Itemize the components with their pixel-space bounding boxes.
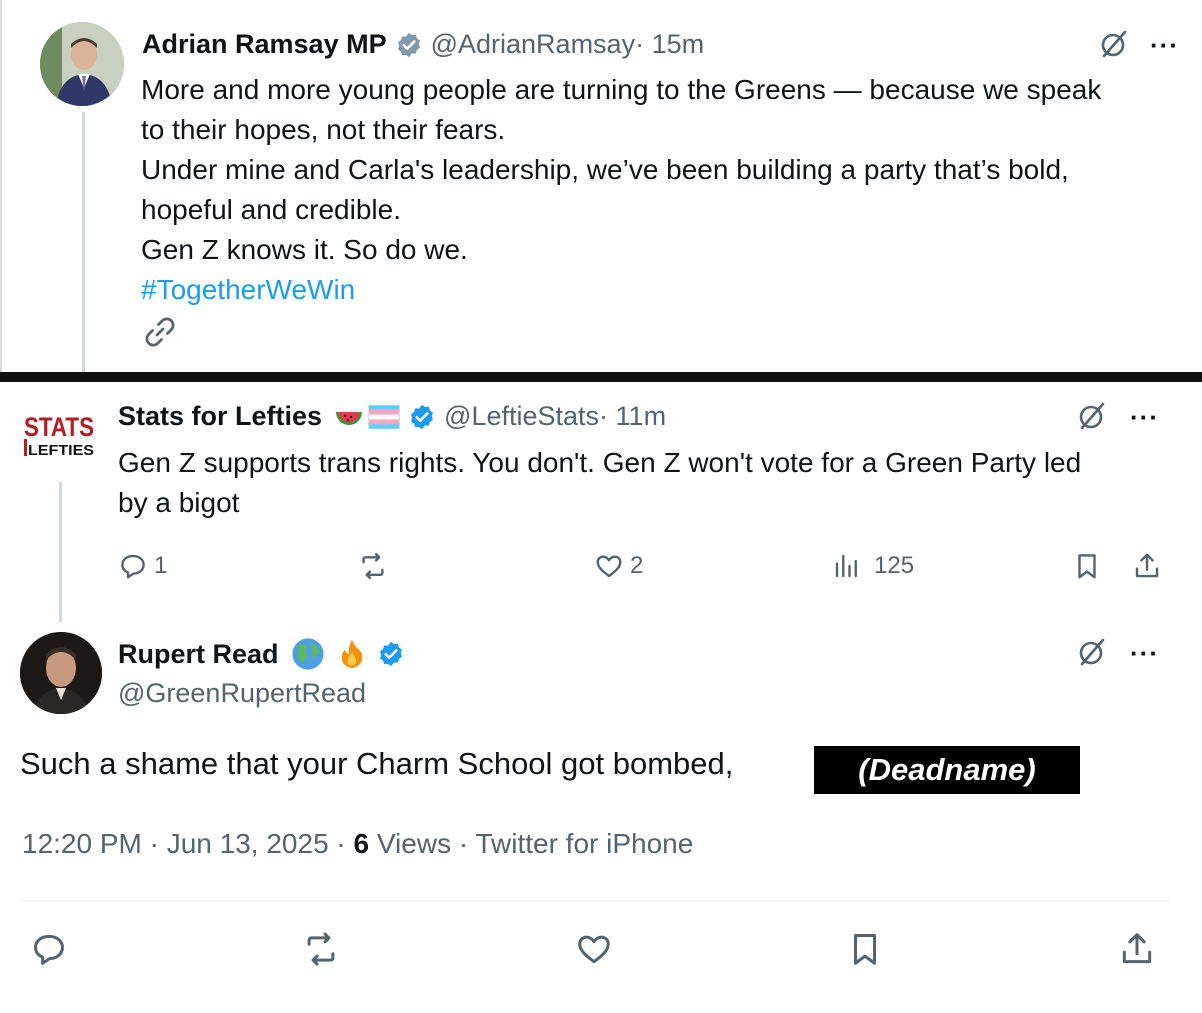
tweet-text: More and more young people are turning t… (141, 70, 1101, 310)
share-button[interactable] (1118, 930, 1156, 968)
like-button[interactable]: 2 (594, 551, 643, 581)
tweet-text: Such a shame that your Charm School got … (20, 746, 734, 781)
tweet-metadata: 12:20 PM · Jun 13, 2025 · 6 Views · Twit… (22, 828, 693, 860)
tweet-text-line: to their hopes, not their fears. (141, 114, 506, 145)
tweet-text-line: More and more young people are turning t… (141, 74, 1102, 105)
reply-icon (121, 554, 145, 579)
divider (20, 900, 1170, 901)
tweet-text-line: by a bigot (118, 487, 240, 518)
tweet-text-line: Gen Z supports trans rights. You don't. … (118, 447, 1082, 478)
retweet-button[interactable] (302, 930, 340, 968)
bookmark-icon (853, 934, 877, 965)
logo-bottom-text: LEFTIES (28, 442, 94, 459)
grok-icon[interactable] (1076, 636, 1108, 668)
transgender-flag-icon (368, 404, 400, 429)
tweet-thread-screenshot: Adrian Ramsay MP @AdrianRamsay · 15m ···… (0, 0, 1202, 1013)
share-icon (1135, 553, 1159, 578)
timestamp[interactable]: 12:20 PM · Jun 13, 2025 · (22, 828, 354, 859)
like-count: 2 (630, 552, 644, 579)
divider (0, 372, 1202, 382)
fire-emoji-icon (341, 639, 362, 669)
views-count: 125 (874, 552, 915, 579)
link-icon[interactable] (142, 314, 178, 350)
timestamp[interactable]: · 11m (599, 401, 666, 432)
reply-button[interactable] (30, 930, 68, 968)
retweet-icon (362, 552, 384, 580)
hashtag-link[interactable]: #TogetherWeWin (141, 270, 1101, 310)
tweet-header: Stats for Lefties @LeftieStats · 11m (118, 401, 666, 432)
handle[interactable]: @GreenRupertRead (118, 678, 366, 709)
more-options-icon[interactable]: ··· (1130, 402, 1159, 433)
share-icon (1122, 933, 1152, 964)
more-options-icon[interactable]: ··· (1130, 638, 1159, 669)
avatar[interactable] (40, 22, 124, 106)
handle[interactable]: @LeftieStats (444, 401, 599, 432)
display-name[interactable]: Rupert Read (118, 639, 279, 670)
retweet-button[interactable] (358, 551, 388, 581)
heart-icon (578, 935, 610, 964)
like-button[interactable] (575, 930, 613, 968)
avatar[interactable] (20, 632, 102, 714)
analytics-icon (835, 554, 857, 578)
verified-badge-icon (379, 641, 402, 667)
thread-line (82, 112, 85, 372)
grok-icon[interactable] (1076, 400, 1108, 432)
handle[interactable]: @AdrianRamsay (431, 29, 635, 60)
reply-button[interactable]: 1 (118, 551, 167, 581)
tweet-text-line: Under mine and Carla's leadership, we’ve… (141, 154, 1069, 185)
timestamp[interactable]: · 15m (635, 29, 704, 60)
globe-emoji-icon (291, 638, 324, 670)
reply-count: 1 (154, 552, 168, 579)
views-label-source: Views · Twitter for iPhone (369, 828, 694, 859)
tweet-header: Rupert Read (118, 637, 413, 671)
tweet-text-line: Gen Z knows it. So do we. (141, 234, 468, 265)
bookmark-button[interactable] (1072, 551, 1102, 581)
thread-line (59, 482, 62, 622)
logo-top-text: STATS (24, 412, 94, 442)
verified-badge-icon (411, 404, 434, 429)
views-count: 6 (353, 828, 370, 859)
views-button[interactable]: 125 (832, 551, 914, 581)
watermelon-emoji-icon (336, 411, 363, 425)
tweet-text: Gen Z supports trans rights. You don't. … (118, 443, 1081, 523)
display-name[interactable]: Stats for Lefties (118, 401, 322, 432)
tweet-text-line: hopeful and credible. (141, 194, 401, 225)
bookmark-icon (1078, 554, 1096, 579)
handle-row: @GreenRupertRead (118, 678, 366, 709)
share-button[interactable] (1132, 551, 1162, 581)
verified-badge-icon (397, 32, 420, 57)
heart-icon (596, 555, 622, 578)
avatar[interactable]: STATS LEFTIES (22, 410, 96, 460)
tweet-header: Adrian Ramsay MP @AdrianRamsay · 15m (142, 29, 704, 60)
retweet-icon (307, 932, 335, 966)
redaction-box: (Deadname) (814, 746, 1080, 794)
reply-icon (34, 934, 64, 965)
bookmark-button[interactable] (846, 930, 884, 968)
more-options-icon[interactable]: ··· (1150, 30, 1179, 61)
tweet-adrian-ramsay[interactable]: Adrian Ramsay MP @AdrianRamsay · 15m ···… (0, 0, 1202, 372)
display-name[interactable]: Adrian Ramsay MP (142, 29, 387, 60)
grok-icon[interactable] (1098, 28, 1130, 60)
